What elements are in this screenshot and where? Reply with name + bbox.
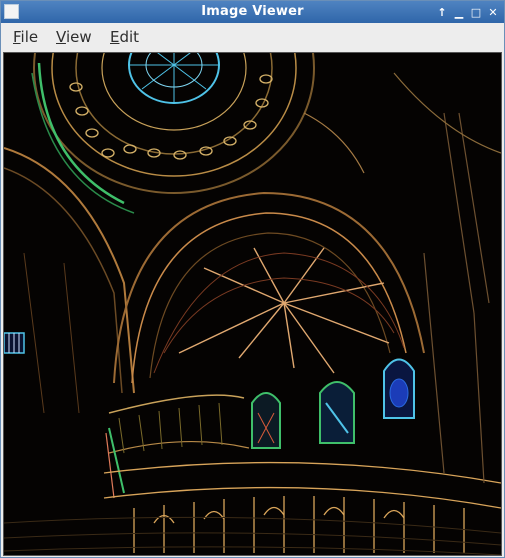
menu-view[interactable]: View (56, 28, 92, 46)
menu-file[interactable]: File (13, 28, 38, 46)
maximize-icon[interactable]: □ (469, 4, 483, 20)
minimize-icon[interactable]: ▁ (452, 4, 466, 20)
image-viewer-window: Image Viewer ↑ ▁ □ ✕ File View Edit (0, 0, 505, 558)
keep-above-icon[interactable]: ↑ (435, 4, 449, 20)
menu-edit[interactable]: Edit (110, 28, 139, 46)
close-icon[interactable]: ✕ (486, 4, 500, 20)
left-window (4, 332, 25, 354)
window-title: Image Viewer (201, 4, 304, 19)
title-bar[interactable]: Image Viewer ↑ ▁ □ ✕ (1, 1, 504, 23)
image-canvas[interactable] (3, 52, 502, 556)
edge-detected-image (4, 53, 501, 555)
menu-bar: File View Edit (1, 23, 504, 49)
